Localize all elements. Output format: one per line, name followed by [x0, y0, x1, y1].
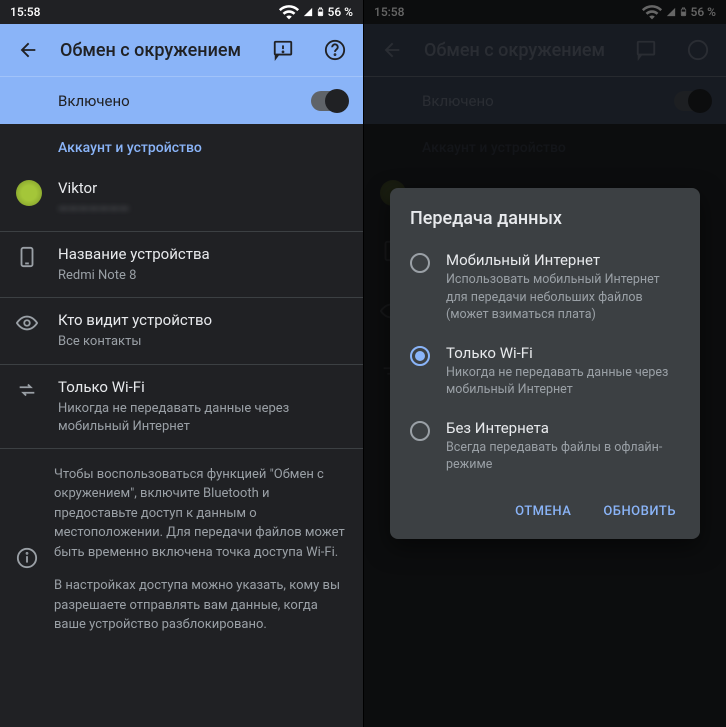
arrow-back-icon — [17, 39, 39, 61]
dialog-actions: ОТМЕНА ОБНОВИТЬ — [390, 484, 700, 531]
enabled-toggle[interactable] — [311, 91, 347, 111]
screen-right: 15:58 56 % Обмен с окружением Включено А… — [363, 0, 726, 727]
user-name: Viktor — [58, 178, 347, 199]
battery-icon — [316, 5, 325, 19]
phone-icon — [16, 244, 58, 268]
app-bar: Обмен с окружением — [0, 24, 363, 76]
enabled-toggle-row[interactable]: Включено — [0, 76, 363, 124]
user-avatar-icon — [16, 178, 58, 206]
dialog-overlay[interactable]: Передача данных Мобильный Интернет Испол… — [364, 0, 726, 727]
radio-wifi[interactable] — [410, 346, 430, 366]
radio-offline[interactable] — [410, 421, 430, 441]
status-bar: 15:58 56 % — [0, 0, 363, 24]
back-button[interactable] — [8, 30, 48, 70]
transfer-icon — [16, 377, 58, 401]
data-usage-dialog: Передача данных Мобильный Интернет Испол… — [390, 188, 700, 539]
row-data-usage[interactable]: Только Wi-Fi Никогда не передавать данны… — [0, 365, 363, 449]
eye-icon — [16, 310, 58, 334]
info-p2: В настройках доступа можно указать, кому… — [54, 576, 347, 635]
signal-icon — [303, 5, 313, 19]
opt-mobile-title: Мобильный Интернет — [446, 251, 680, 269]
row-device-name[interactable]: Название устройства Redmi Note 8 — [0, 232, 363, 298]
feedback-button[interactable] — [263, 30, 303, 70]
update-button[interactable]: ОБНОВИТЬ — [591, 496, 688, 527]
opt-wifi-title: Только Wi-Fi — [446, 344, 680, 362]
info-section: Чтобы воспользоваться функцией "Обмен с … — [0, 449, 363, 665]
opt-mobile-sub: Использовать мобильный Интернет для пере… — [446, 271, 680, 324]
opt-offline-sub: Всегда передавать файлы в офлайн-режиме — [446, 439, 680, 474]
device-sub: Redmi Note 8 — [58, 267, 347, 285]
screen-left: 15:58 56 % Обмен с окружением Включено А… — [0, 0, 363, 727]
status-right: 56 % — [278, 1, 353, 23]
data-sub: Никогда не передавать данные через мобил… — [58, 400, 347, 436]
help-icon — [324, 39, 346, 61]
option-mobile[interactable]: Мобильный Интернет Использовать мобильны… — [390, 241, 700, 334]
device-title: Название устройства — [58, 244, 347, 265]
status-time: 15:58 — [10, 5, 40, 19]
section-account-header: Аккаунт и устройство — [0, 124, 363, 166]
info-icon — [16, 465, 38, 649]
info-p1: Чтобы воспользоваться функцией "Обмен с … — [54, 465, 347, 563]
radio-mobile[interactable] — [410, 253, 430, 273]
help-button[interactable] — [315, 30, 355, 70]
row-user[interactable]: Viktor ——————— — [0, 166, 363, 232]
wifi-icon — [278, 1, 300, 23]
user-email: ——————— — [58, 201, 347, 219]
app-title: Обмен с окружением — [60, 40, 251, 61]
option-offline[interactable]: Без Интернета Всегда передавать файлы в … — [390, 409, 700, 484]
visibility-title: Кто видит устройство — [58, 310, 347, 331]
dialog-title: Передача данных — [390, 208, 700, 241]
cancel-button[interactable]: ОТМЕНА — [503, 496, 583, 527]
opt-offline-title: Без Интернета — [446, 419, 680, 437]
option-wifi[interactable]: Только Wi-Fi Никогда не передавать данны… — [390, 334, 700, 409]
row-visibility[interactable]: Кто видит устройство Все контакты — [0, 298, 363, 364]
enabled-label: Включено — [58, 92, 130, 110]
opt-wifi-sub: Никогда не передавать данные через мобил… — [446, 364, 680, 399]
feedback-icon — [272, 39, 294, 61]
data-title: Только Wi-Fi — [58, 377, 347, 398]
battery-pct: 56 % — [328, 5, 353, 19]
visibility-sub: Все контакты — [58, 333, 347, 351]
